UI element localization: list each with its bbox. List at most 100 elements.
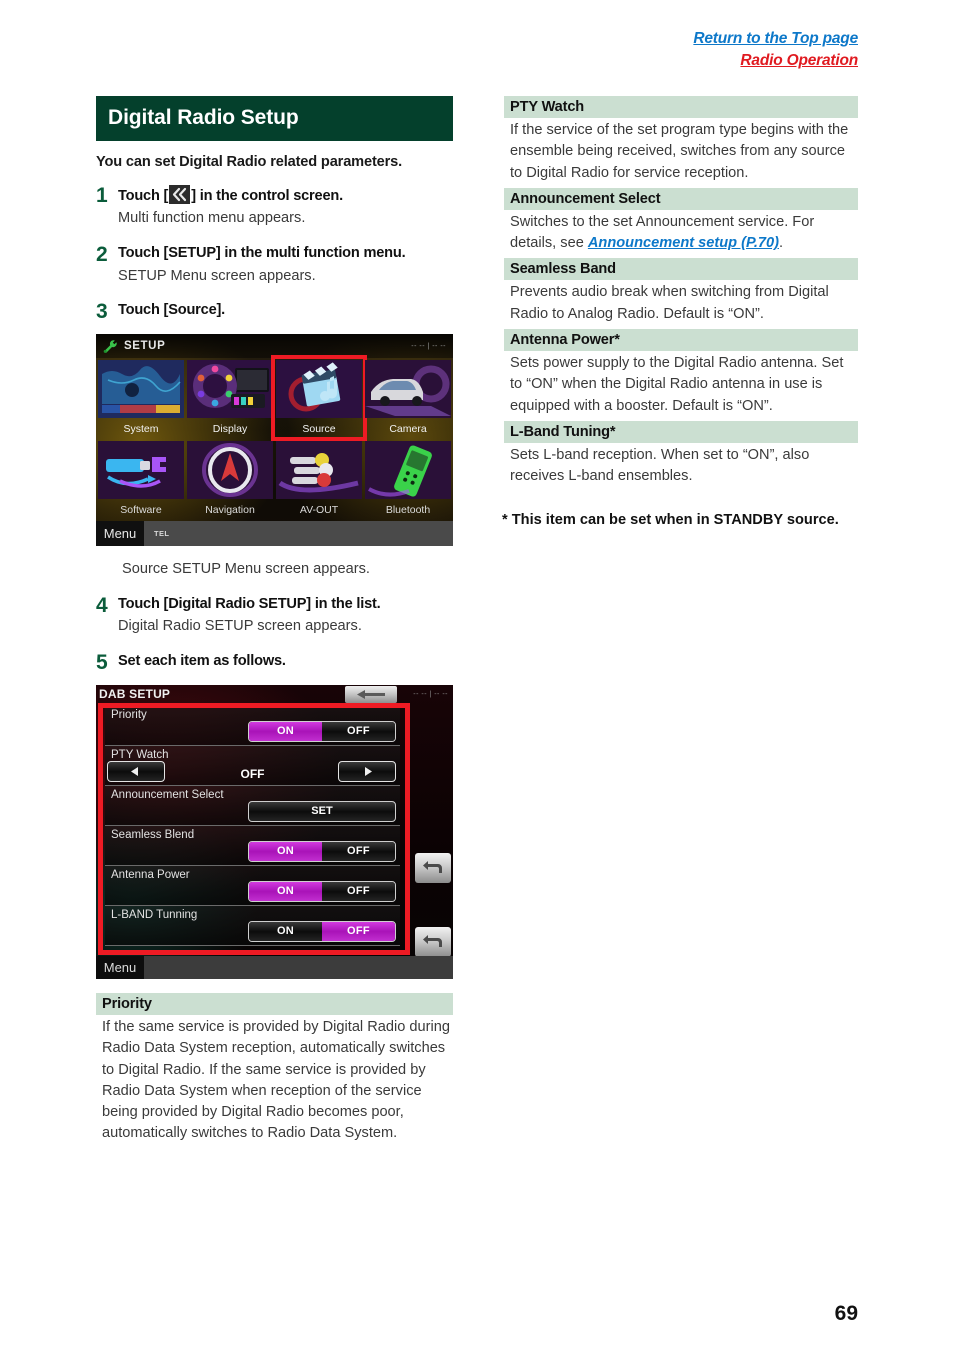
- priority-definition-header: Priority: [96, 992, 453, 1015]
- step-number: 1: [96, 184, 108, 207]
- dab-setup-screenshot: DAB SETUP -- -- | -- -- Priority ON OFF: [96, 684, 453, 979]
- page-title: Digital Radio Setup: [96, 96, 453, 141]
- definition-body: Sets L-band reception. When set to “ON”,…: [510, 446, 810, 485]
- priority-toggle[interactable]: ON OFF: [248, 720, 396, 742]
- setup-menu-button[interactable]: Menu: [96, 521, 144, 547]
- setup-tile-label: Camera: [389, 423, 427, 436]
- setup-tile-label: System: [123, 423, 159, 436]
- return-arrow-icon: [423, 934, 442, 947]
- setup-title-bar: SETUP: [96, 334, 453, 359]
- dab-row-priority: Priority ON OFF: [105, 705, 400, 746]
- intro-text: You can set Digital Radio related parame…: [96, 154, 403, 170]
- step-number: 2: [96, 243, 108, 267]
- announcement-select-set-button[interactable]: SET: [248, 800, 396, 822]
- dab-return-button-upper[interactable]: [415, 852, 451, 883]
- dab-menu-button[interactable]: Menu: [96, 955, 144, 979]
- camera-tile-art: [365, 360, 451, 419]
- arrow-right-icon: [365, 766, 372, 776]
- step-3: 3 Touch [Source].: [96, 301, 453, 322]
- setup-tile-label: Source: [302, 423, 336, 436]
- step-title: Touch [Source].: [118, 302, 225, 319]
- definition-body: Prevents audio break when switching from…: [510, 284, 829, 322]
- announcement-setup-link[interactable]: Announcement setup (P.70): [588, 235, 779, 251]
- setup-tile-navigation[interactable]: Navigation: [187, 441, 273, 519]
- step-5: 5 Set each item as follows.: [96, 652, 453, 673]
- definition-body: If the service of the set program type b…: [510, 122, 849, 181]
- priority-on-option[interactable]: ON: [249, 721, 322, 741]
- bluetooth-tile-art: [365, 441, 451, 500]
- double-chevron-left-icon[interactable]: [169, 185, 191, 204]
- return-to-top-link[interactable]: Return to the Top page: [693, 28, 858, 50]
- system-tile-art: [98, 360, 184, 419]
- dab-row-label: Priority: [111, 708, 147, 721]
- dab-row-pty-watch: PTY Watch OFF: [105, 745, 400, 786]
- setup-tel-button[interactable]: TEL: [154, 529, 169, 538]
- definition-header: L-Band Tuning*: [504, 420, 858, 443]
- definition-announcement-select: Announcement Select Switches to the set …: [504, 187, 858, 259]
- setup-tile-source[interactable]: Source: [271, 355, 367, 442]
- step-title: Touch [Digital Radio SETUP] in the list.: [118, 595, 381, 612]
- display-tile-art: [187, 360, 273, 419]
- dab-screen-title: DAB SETUP: [99, 686, 171, 701]
- dab-row-label: PTY Watch: [111, 748, 169, 761]
- step-title: Set each item as follows.: [118, 652, 286, 669]
- l-band-tunning-off-option[interactable]: OFF: [322, 921, 395, 941]
- setup-tile-label: Display: [212, 423, 248, 436]
- step-2: 2 Touch [SETUP] in the multi function me…: [96, 244, 453, 286]
- radio-operation-link[interactable]: Radio Operation: [693, 50, 858, 72]
- dab-row-label: Seamless Blend: [111, 828, 195, 841]
- priority-off-option[interactable]: OFF: [322, 721, 395, 741]
- setup-tile-label: Bluetooth: [385, 504, 431, 517]
- setup-tile-camera[interactable]: Camera: [365, 360, 451, 438]
- definition-header: PTY Watch: [504, 96, 858, 118]
- setup-bottom-bar: [96, 521, 453, 547]
- setup-tile-label: Navigation: [205, 504, 255, 517]
- standby-footnote: * This item can be set when in STANDBY s…: [502, 511, 839, 528]
- antenna-power-on-option[interactable]: ON: [249, 881, 322, 901]
- definition-pty-watch: PTY Watch If the service of the set prog…: [504, 96, 858, 188]
- seamless-blend-on-option[interactable]: ON: [249, 841, 322, 861]
- definition-antenna-power: Antenna Power* Sets power supply to the …: [504, 329, 858, 421]
- pty-watch-next-button[interactable]: [338, 760, 396, 782]
- software-tile-art: [98, 441, 184, 500]
- dab-bottom-bar: [96, 955, 453, 979]
- right-column: PTY Watch If the service of the set prog…: [502, 96, 858, 530]
- l-band-tunning-toggle[interactable]: ON OFF: [248, 920, 396, 942]
- setup-tile-system[interactable]: System: [98, 360, 184, 438]
- definition-header: Announcement Select: [504, 187, 858, 210]
- wrench-icon: [102, 339, 118, 354]
- setup-clock: -- -- | -- --: [411, 343, 446, 351]
- antenna-power-off-option[interactable]: OFF: [322, 881, 395, 901]
- l-band-tunning-on-option[interactable]: ON: [249, 921, 322, 941]
- step-number: 4: [96, 593, 108, 617]
- step-1: 1 Touch [ ] in the control screen. Multi…: [96, 185, 453, 229]
- priority-definition: Priority If the same service is provided…: [96, 992, 453, 1149]
- setup-tile-software[interactable]: Software: [98, 441, 184, 519]
- dab-back-button[interactable]: [345, 685, 397, 703]
- setup-tile-display[interactable]: Display: [187, 360, 273, 438]
- step-number: 5: [96, 650, 108, 674]
- step-subtext: Digital Radio SETUP screen appears.: [118, 618, 362, 635]
- setup-tile-grid: System Display Source Camera Software Na…: [98, 355, 451, 519]
- seamless-blend-toggle[interactable]: ON OFF: [248, 840, 396, 862]
- step-subtext: SETUP Menu screen appears.: [118, 267, 316, 284]
- definition-body-tail: .: [779, 235, 784, 252]
- setup-tile-av-out[interactable]: AV-OUT: [276, 441, 362, 519]
- antenna-power-toggle[interactable]: ON OFF: [248, 880, 396, 902]
- return-arrow-icon: [423, 860, 442, 873]
- step-4: 4 Touch [Digital Radio SETUP] in the lis…: [96, 595, 453, 637]
- setup-menu-screenshot: SETUP -- -- | -- -- System Display Sourc…: [96, 334, 453, 547]
- seamless-blend-off-option[interactable]: OFF: [322, 841, 395, 861]
- step-title-suffix: ] in the control screen.: [191, 188, 343, 204]
- setup-tile-label: Software: [120, 504, 162, 517]
- page-number: 69: [834, 1302, 858, 1325]
- dab-row-l-band-tunning: L-BAND Tunning ON OFF: [105, 905, 400, 946]
- setup-screen-title: SETUP: [124, 340, 166, 353]
- back-arrow-icon: [357, 689, 385, 699]
- dab-row-seamless-blend: Seamless Blend ON OFF: [105, 825, 400, 866]
- dab-row-antenna-power: Antenna Power ON OFF: [105, 865, 400, 906]
- dab-return-button-lower[interactable]: [415, 926, 451, 957]
- setup-tile-bluetooth[interactable]: Bluetooth: [365, 441, 451, 519]
- dab-row-label: L-BAND Tunning: [111, 908, 198, 921]
- setup-tile-label: AV-OUT: [299, 504, 339, 517]
